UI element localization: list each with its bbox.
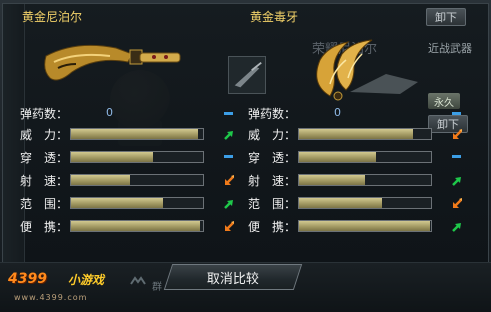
right-ammo-row: 弹药数： bbox=[248, 105, 298, 121]
right-stat-row: 穿 透： bbox=[248, 149, 298, 165]
right-stat-label: 便 携： bbox=[248, 219, 297, 234]
arrow-down-icon bbox=[450, 196, 464, 210]
right-stat-bar bbox=[298, 220, 432, 232]
site-url: www.4399.com bbox=[14, 293, 88, 302]
right-stat-bar-fill bbox=[299, 175, 365, 185]
left-stat-label: 范 围： bbox=[20, 196, 69, 211]
cancel-compare-label: 取消比较 bbox=[206, 271, 259, 287]
left-ammo-label: 弹药数： bbox=[20, 106, 69, 121]
right-ammo-label: 弹药数： bbox=[248, 106, 297, 121]
right-stat-bar-fill bbox=[299, 152, 376, 162]
right-stat-bar bbox=[298, 151, 432, 163]
left-ammo-row: 弹药数： bbox=[20, 105, 70, 121]
unload-button-top[interactable]: 卸下 bbox=[426, 8, 466, 26]
right-stat-bar-fill bbox=[299, 129, 413, 139]
arrow-up-icon bbox=[222, 196, 236, 210]
site-logo: 4399 bbox=[8, 271, 47, 287]
left-stat-row: 威 力： bbox=[20, 126, 70, 142]
right-stat-row: 威 力： bbox=[248, 126, 298, 142]
left-stat-bar bbox=[70, 174, 204, 186]
right-weapon-name: 黄金毒牙 bbox=[250, 10, 299, 24]
arrow-down-icon bbox=[450, 127, 464, 141]
right-stat-row: 射 速： bbox=[248, 172, 298, 188]
left-stat-label: 威 力： bbox=[20, 127, 69, 142]
left-stat-label: 射 速： bbox=[20, 173, 69, 188]
right-stat-row: 范 围： bbox=[248, 195, 298, 211]
right-stat-label: 范 围： bbox=[248, 196, 297, 211]
left-weapon-name: 黄金尼泊尔 bbox=[22, 10, 83, 24]
right-stat-label: 穿 透： bbox=[248, 150, 297, 165]
right-stat-row: 便 携： bbox=[248, 218, 298, 234]
left-stat-bar-fill bbox=[71, 221, 201, 231]
right-ammo-value: 0 bbox=[334, 106, 341, 119]
site-logo-sub: 小游戏 bbox=[68, 273, 105, 287]
right-stat-bar-fill bbox=[299, 198, 383, 208]
left-stat-bar bbox=[70, 220, 204, 232]
permanent-badge: 永久 bbox=[428, 93, 460, 109]
cancel-compare-button[interactable]: 取消比较 bbox=[163, 264, 303, 290]
right-stat-bar bbox=[298, 128, 432, 140]
right-stat-bar-fill bbox=[299, 221, 430, 231]
right-stat-label: 威 力： bbox=[248, 127, 297, 142]
right-stat-label: 射 速： bbox=[248, 173, 297, 188]
left-stat-bar-fill bbox=[71, 198, 164, 208]
left-stat-bar-fill bbox=[71, 175, 131, 185]
left-stat-label: 便 携： bbox=[20, 219, 69, 234]
arrow-up-icon bbox=[450, 219, 464, 233]
left-stat-row: 穿 透： bbox=[20, 149, 70, 165]
golden-kukri-icon bbox=[44, 44, 181, 81]
arrow-down-icon bbox=[222, 219, 236, 233]
left-stat-bar bbox=[70, 197, 204, 209]
right-equal-indicator bbox=[452, 155, 461, 158]
knife-thumbnail-icon bbox=[228, 56, 266, 94]
arrow-down-icon bbox=[222, 173, 236, 187]
left-stat-bar bbox=[70, 128, 204, 140]
left-ammo-equal-indicator bbox=[224, 112, 233, 115]
right-stat-bar bbox=[298, 174, 432, 186]
left-stat-label: 穿 透： bbox=[20, 150, 69, 165]
left-stat-row: 范 围： bbox=[20, 195, 70, 211]
right-stat-bar bbox=[298, 197, 432, 209]
arrow-up-icon bbox=[222, 127, 236, 141]
right-ammo-equal-indicator bbox=[452, 112, 461, 115]
melee-weapon-label: 近战武器 bbox=[428, 42, 472, 55]
left-equal-indicator bbox=[224, 155, 233, 158]
left-stat-bar-fill bbox=[71, 129, 198, 139]
group-label: 群 bbox=[152, 282, 162, 293]
arrow-up-icon bbox=[450, 173, 464, 187]
left-stat-bar bbox=[70, 151, 204, 163]
left-stat-row: 便 携： bbox=[20, 218, 70, 234]
group-icon bbox=[130, 276, 146, 285]
left-stat-bar-fill bbox=[71, 152, 153, 162]
left-stat-row: 射 速： bbox=[20, 172, 70, 188]
left-ammo-value: 0 bbox=[106, 106, 113, 119]
golden-claw-icon bbox=[316, 39, 418, 101]
